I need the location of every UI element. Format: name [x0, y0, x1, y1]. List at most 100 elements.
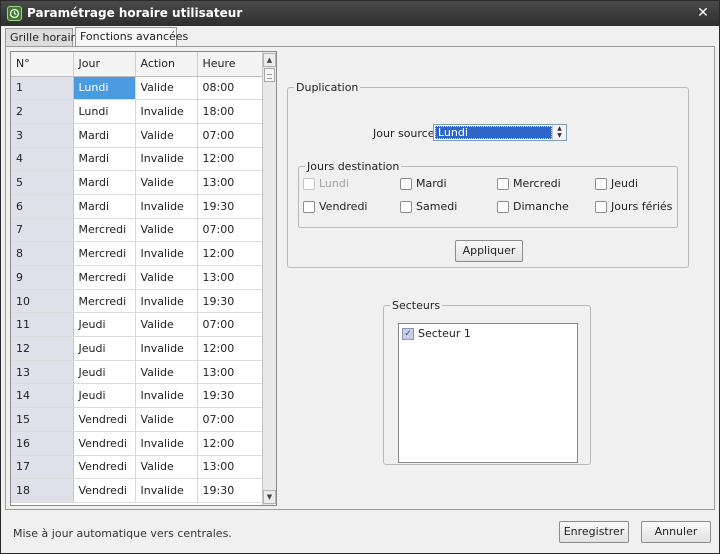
table-cell[interactable]: 19:30	[197, 383, 264, 409]
row-number[interactable]: 5	[11, 170, 74, 195]
table-cell[interactable]: 12:00	[197, 336, 264, 361]
table-cell[interactable]: 19:30	[197, 478, 264, 503]
table-cell[interactable]: 13:00	[197, 360, 264, 385]
table-cell[interactable]: Invalide	[135, 194, 198, 219]
scroll-up-icon[interactable]: ▲	[263, 53, 276, 67]
table-row[interactable]: 5 Mardi Valide 13:00	[11, 170, 264, 195]
table-row[interactable]: 4 Mardi Invalide 12:00	[11, 147, 264, 172]
table-cell[interactable]: Jeudi	[73, 383, 136, 409]
table-cell[interactable]: 13:00	[197, 170, 264, 195]
table-cell[interactable]: 07:00	[197, 407, 264, 432]
apply-button[interactable]: Appliquer	[455, 240, 523, 262]
table-row[interactable]: 12 Jeudi Invalide 12:00	[11, 336, 264, 361]
table-row[interactable]: 11 Jeudi Valide 07:00	[11, 312, 264, 338]
table-cell[interactable]: Invalide	[135, 289, 198, 314]
table-row[interactable]: 14 Jeudi Invalide 19:30	[11, 383, 264, 409]
table-cell[interactable]: Jeudi	[73, 336, 136, 361]
table-cell[interactable]: Mardi	[73, 147, 136, 172]
table-cell[interactable]: 07:00	[197, 218, 264, 243]
table-cell[interactable]: Valide	[135, 76, 198, 101]
row-number[interactable]: 16	[11, 431, 74, 456]
row-number[interactable]: 1	[11, 76, 74, 101]
table-cell[interactable]: Mercredi	[73, 289, 136, 314]
spin-arrows-icon[interactable]: ▲ ▼	[552, 125, 566, 140]
row-number[interactable]: 2	[11, 99, 74, 124]
cancel-button[interactable]: Annuler	[641, 521, 711, 543]
row-number[interactable]: 9	[11, 265, 74, 290]
table-row[interactable]: 6 Mardi Invalide 19:30	[11, 194, 264, 219]
table-cell[interactable]: Invalide	[135, 383, 198, 409]
table-cell[interactable]: Mardi	[73, 170, 136, 195]
row-number[interactable]: 18	[11, 478, 74, 503]
table-scrollbar[interactable]: ▲ ▼	[262, 52, 276, 505]
table-cell[interactable]: Vendredi	[73, 431, 136, 456]
table-cell[interactable]: 12:00	[197, 431, 264, 456]
table-cell[interactable]: Valide	[135, 312, 198, 338]
table-cell[interactable]: 07:00	[197, 312, 264, 338]
table-cell[interactable]: 13:00	[197, 265, 264, 290]
table-cell[interactable]: 12:00	[197, 241, 264, 266]
table-cell[interactable]: Invalide	[135, 99, 198, 124]
checkbox-icon[interactable]	[303, 201, 315, 213]
table-row[interactable]: 13 Jeudi Valide 13:00	[11, 360, 264, 385]
table-cell[interactable]: Invalide	[135, 431, 198, 456]
table-row[interactable]: 18 Vendredi Invalide 19:30	[11, 478, 264, 503]
row-number[interactable]: 7	[11, 218, 74, 243]
table-row[interactable]: 10 Mercredi Invalide 19:30	[11, 289, 264, 314]
checkbox-icon[interactable]	[595, 201, 607, 213]
table-cell[interactable]: Invalide	[135, 147, 198, 172]
table-row[interactable]: 16 Vendredi Invalide 12:00	[11, 431, 264, 456]
table-cell[interactable]: 19:30	[197, 194, 264, 219]
table-cell[interactable]: Valide	[135, 170, 198, 195]
checkbox-icon[interactable]	[400, 178, 412, 190]
table-row[interactable]: 1 Lundi Valide 08:00	[11, 76, 264, 101]
column-header[interactable]: Jour	[73, 52, 136, 77]
table-row[interactable]: 3 Mardi Valide 07:00	[11, 123, 264, 148]
table-row[interactable]: 17 Vendredi Valide 13:00	[11, 455, 264, 480]
table-cell[interactable]: Mercredi	[73, 218, 136, 243]
table-cell[interactable]: Mardi	[73, 194, 136, 219]
table-cell[interactable]: Lundi	[73, 76, 136, 101]
table-row[interactable]: 2 Lundi Invalide 18:00	[11, 99, 264, 124]
row-number[interactable]: 12	[11, 336, 74, 361]
table-cell[interactable]: Jeudi	[73, 360, 136, 385]
checkbox-icon[interactable]	[595, 178, 607, 190]
column-header[interactable]: Action	[135, 52, 198, 77]
save-button[interactable]: Enregistrer	[559, 521, 629, 543]
table-cell[interactable]: Mercredi	[73, 265, 136, 290]
table-cell[interactable]: Invalide	[135, 478, 198, 503]
row-number[interactable]: 15	[11, 407, 74, 432]
table-cell[interactable]: Vendredi	[73, 455, 136, 480]
checkbox-icon[interactable]	[497, 178, 509, 190]
checkbox-icon[interactable]	[400, 201, 412, 213]
row-number[interactable]: 17	[11, 455, 74, 480]
column-header[interactable]: N°	[11, 52, 74, 77]
row-number[interactable]: 6	[11, 194, 74, 219]
column-header[interactable]: Heure	[197, 52, 264, 77]
table-cell[interactable]: Invalide	[135, 241, 198, 266]
row-number[interactable]: 14	[11, 383, 74, 409]
table-cell[interactable]: 07:00	[197, 123, 264, 148]
tab-fonctions-avancees[interactable]: Fonctions avancées	[75, 27, 188, 46]
table-cell[interactable]: Valide	[135, 360, 198, 385]
row-number[interactable]: 8	[11, 241, 74, 266]
table-row[interactable]: 9 Mercredi Valide 13:00	[11, 265, 264, 290]
table-cell[interactable]: Mercredi	[73, 241, 136, 266]
table-cell[interactable]: Valide	[135, 455, 198, 480]
table-cell[interactable]: 13:00	[197, 455, 264, 480]
table-cell[interactable]: 18:00	[197, 99, 264, 124]
table-cell[interactable]: Vendredi	[73, 407, 136, 432]
scroll-down-icon[interactable]: ▼	[263, 490, 276, 504]
table-cell[interactable]: Vendredi	[73, 478, 136, 503]
table-cell[interactable]: Invalide	[135, 336, 198, 361]
table-cell[interactable]: Mardi	[73, 123, 136, 148]
row-number[interactable]: 13	[11, 360, 74, 385]
table-row[interactable]: 8 Mercredi Invalide 12:00	[11, 241, 264, 266]
table-cell[interactable]: Valide	[135, 407, 198, 432]
source-day-select[interactable]: Lundi ▲ ▼	[433, 124, 567, 141]
tab-grille-horaire[interactable]: Grille horaire	[5, 28, 82, 46]
table-cell[interactable]: Lundi	[73, 99, 136, 124]
checkbox-icon[interactable]	[497, 201, 509, 213]
table-cell[interactable]: 08:00	[197, 76, 264, 101]
checkbox-checked-icon[interactable]: ✓	[402, 328, 414, 340]
